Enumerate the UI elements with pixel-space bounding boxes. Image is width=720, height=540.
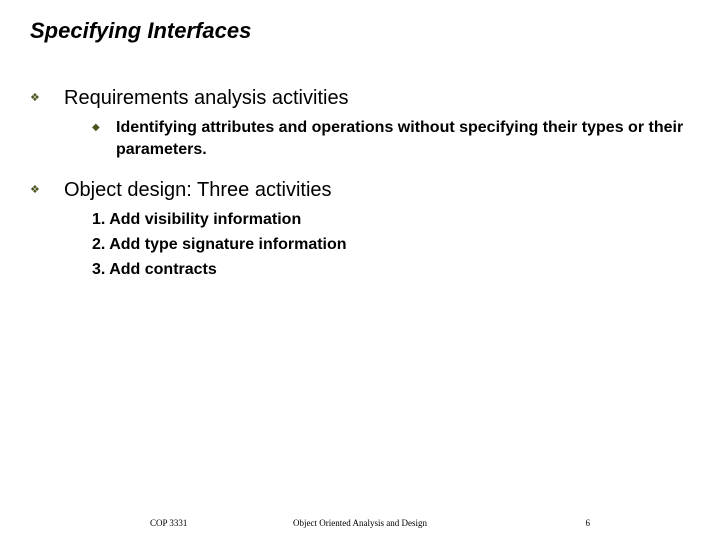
numbered-label: Add contracts xyxy=(109,261,217,278)
level1-text: Requirements analysis activities xyxy=(64,85,349,111)
bullet-level2: ◆ Identifying attributes and operations … xyxy=(92,117,690,161)
numbered-item: 2. Add type signature information xyxy=(92,234,690,256)
numbered-text: 2. Add type signature information xyxy=(92,236,347,253)
footer-center: Object Oriented Analysis and Design xyxy=(0,518,720,528)
small-diamond-icon: ◆ xyxy=(92,117,116,139)
diamond-bullet-icon: ❖ xyxy=(30,177,64,203)
slide-content: ❖ Requirements analysis activities ◆ Ide… xyxy=(30,85,690,284)
numbered-label: Add type signature information xyxy=(109,236,346,253)
slide: Specifying Interfaces ❖ Requirements ana… xyxy=(0,0,720,540)
diamond-bullet-icon: ❖ xyxy=(30,85,64,111)
numbered-text: 3. Add contracts xyxy=(92,261,217,278)
level2-text: Identifying attributes and operations wi… xyxy=(116,117,690,161)
numbered-item: 1. Add visibility information xyxy=(92,209,690,231)
spacer xyxy=(30,167,690,177)
footer-right: 6 xyxy=(586,518,591,528)
numbered-text: 1. Add visibility information xyxy=(92,211,301,228)
numbered-item: 3. Add contracts xyxy=(92,259,690,281)
level1-text: Object design: Three activities xyxy=(64,177,332,203)
slide-title: Specifying Interfaces xyxy=(30,18,251,44)
numbered-label: Add visibility information xyxy=(109,211,301,228)
bullet-level1: ❖ Requirements analysis activities xyxy=(30,85,690,111)
bullet-level1: ❖ Object design: Three activities xyxy=(30,177,690,203)
